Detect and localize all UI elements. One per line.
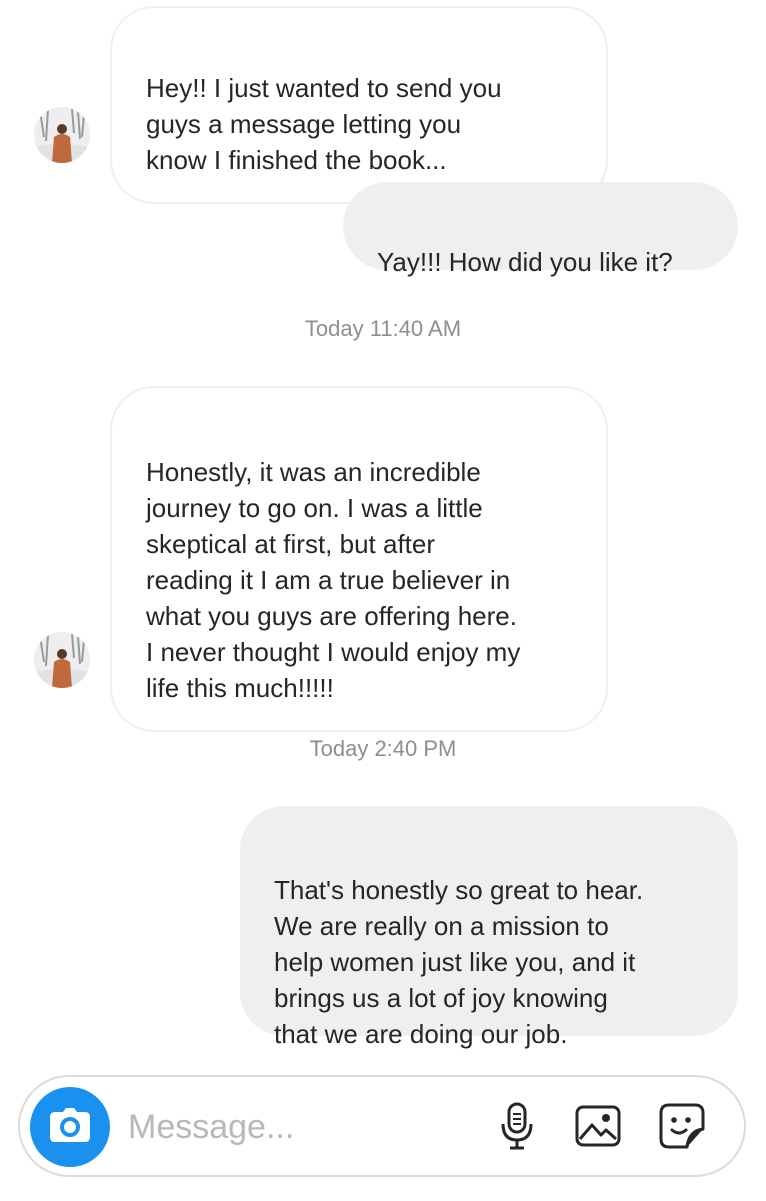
camera-icon [50, 1107, 90, 1147]
message-composer [18, 1075, 746, 1177]
message-text: That's honestly so great to hear. We are… [274, 875, 644, 1049]
avatar[interactable] [34, 107, 90, 163]
avatar[interactable] [34, 632, 90, 688]
message-input[interactable] [128, 1099, 478, 1155]
image-icon [575, 1105, 621, 1152]
message-bubble-incoming[interactable]: Honestly, it was an incredible journey t… [110, 386, 608, 732]
message-bubble-incoming[interactable]: Hey!! I just wanted to send you guys a m… [110, 6, 608, 204]
message-text: Hey!! I just wanted to send you guys a m… [146, 73, 502, 175]
timestamp: Today 11:40 AM [304, 316, 462, 341]
timestamp: Today 2:40 PM [309, 736, 457, 761]
camera-button[interactable] [30, 1087, 110, 1167]
message-bubble-outgoing[interactable]: Yay!!! How did you like it? [343, 182, 738, 277]
microphone-button[interactable] [492, 1102, 542, 1155]
sticker-button[interactable] [657, 1103, 707, 1153]
gallery-button[interactable] [573, 1103, 623, 1153]
message-text: Honestly, it was an incredible journey t… [146, 457, 521, 703]
message-text: Yay!!! How did you like it? [377, 247, 673, 277]
microphone-icon [500, 1102, 534, 1155]
sticker-icon [659, 1103, 705, 1154]
message-bubble-outgoing[interactable]: That's honestly so great to hear. We are… [240, 806, 738, 1049]
